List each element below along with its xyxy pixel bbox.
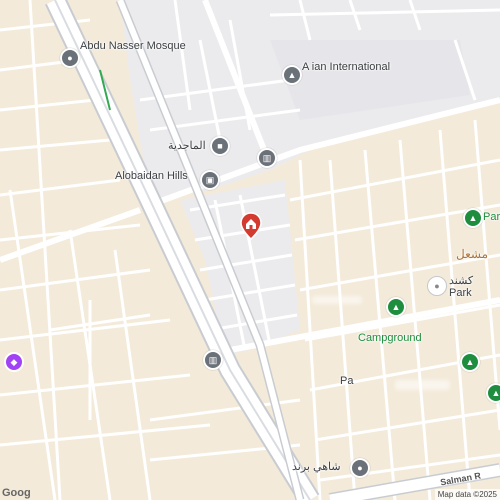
place-label[interactable]: A ian International — [302, 61, 390, 73]
place-label[interactable]: Park — [483, 211, 500, 223]
place-label[interactable]: الماجدية — [168, 139, 206, 152]
place-label[interactable]: شاهي برند — [292, 460, 341, 473]
map-base — [0, 0, 500, 500]
obscured-area — [395, 380, 450, 390]
place-label[interactable]: Campground — [358, 332, 422, 344]
shop-icon[interactable]: ● — [427, 276, 447, 296]
park-icon[interactable]: ▲ — [386, 297, 406, 317]
location-marker[interactable] — [239, 212, 263, 245]
attribution[interactable]: Map data ©2025 — [434, 489, 500, 500]
google-logo: Goog — [2, 487, 31, 499]
home-icon — [240, 212, 262, 241]
place-label[interactable]: Pa — [340, 375, 353, 387]
place-label[interactable]: Alobaidan Hills — [115, 170, 188, 182]
park-icon[interactable]: ▲ — [460, 352, 480, 372]
mosque-icon[interactable]: ● — [60, 48, 80, 68]
shop-icon[interactable]: ● — [350, 458, 370, 478]
obscured-area — [312, 296, 362, 304]
park-icon[interactable]: ▲ — [486, 383, 500, 403]
landmark-icon[interactable]: ■ — [210, 136, 230, 156]
museum-icon[interactable]: ▥ — [203, 350, 223, 370]
place-label[interactable]: Abdu Nasser Mosque — [80, 40, 190, 53]
map-canvas[interactable]: ● Abdu Nasser Mosque ▲ A ian Internation… — [0, 0, 500, 500]
school-icon[interactable]: ▲ — [282, 65, 302, 85]
park-icon[interactable]: ▲ — [463, 208, 483, 228]
place-label[interactable]: مشعل — [456, 247, 488, 261]
shopping-icon[interactable]: ◆ — [4, 352, 24, 372]
place-label[interactable]: كشند — [449, 274, 473, 287]
building-icon[interactable]: ▣ — [200, 170, 220, 190]
place-label[interactable]: Park — [449, 287, 472, 299]
museum-icon[interactable]: ▥ — [257, 148, 277, 168]
